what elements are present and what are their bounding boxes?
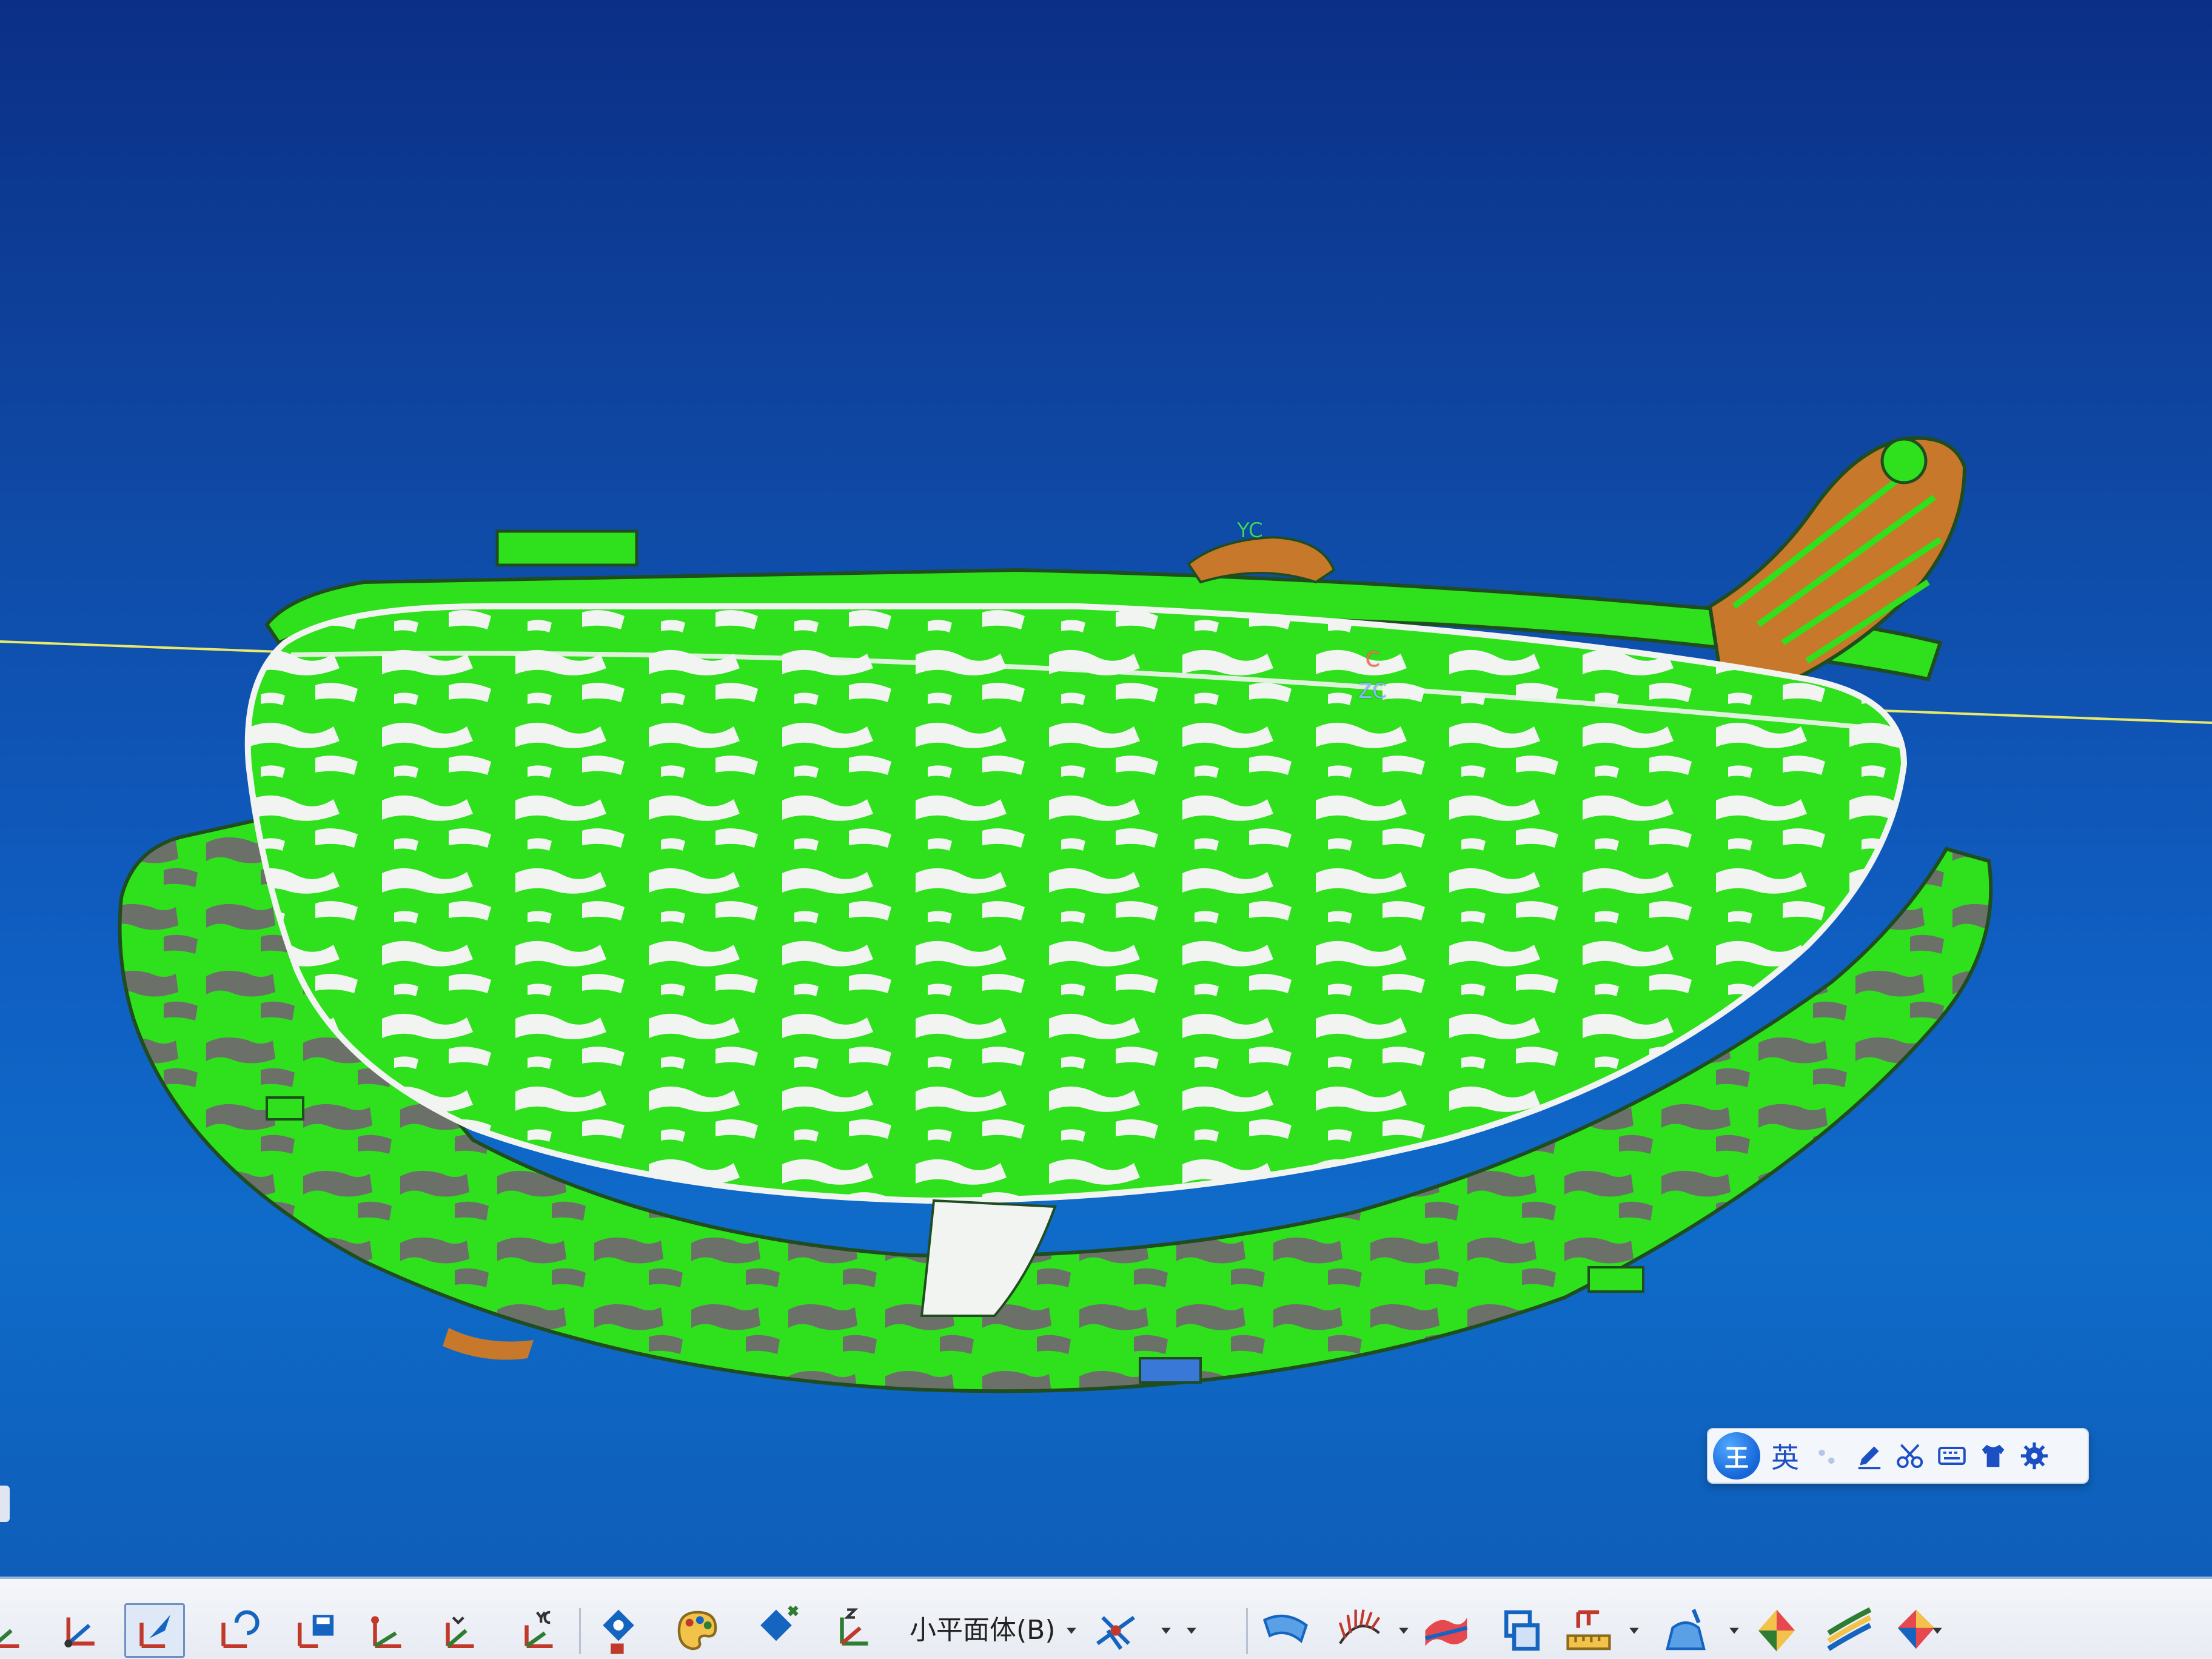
zebra-stripes-icon[interactable] <box>1819 1603 1880 1658</box>
zyx-axes-icon[interactable] <box>825 1603 885 1658</box>
comb-caret-icon[interactable] <box>1395 1603 1413 1658</box>
comb-analysis-icon[interactable] <box>1328 1603 1389 1658</box>
zc-axis-label: ZC <box>1358 679 1387 703</box>
yc-axis-label: YC <box>1237 518 1263 543</box>
top-tab-bracket <box>495 529 638 567</box>
snap-caret-icon[interactable] <box>1157 1603 1175 1658</box>
measure-caret-icon[interactable] <box>1625 1603 1643 1658</box>
show-hide-icon[interactable] <box>746 1603 806 1658</box>
toolbar-separator <box>579 1608 581 1654</box>
snap-point-icon[interactable] <box>1085 1603 1146 1658</box>
yc-csys-icon[interactable] <box>509 1603 570 1658</box>
ime-logo-icon[interactable]: 王 <box>1713 1432 1760 1480</box>
housing-clip <box>266 1096 304 1121</box>
punctuation-icon[interactable] <box>1809 1437 1847 1475</box>
csys-origin-icon[interactable] <box>49 1603 109 1658</box>
face-curvature-icon[interactable] <box>1416 1603 1476 1658</box>
csys-icon[interactable] <box>0 1603 36 1658</box>
bracket-boss <box>1880 437 1928 484</box>
reflection-analysis-icon[interactable] <box>1746 1603 1807 1658</box>
draft-analysis-icon[interactable] <box>1655 1603 1716 1658</box>
color-map-caret-icon[interactable] <box>1928 1603 1946 1658</box>
point-csys-icon[interactable] <box>358 1603 418 1658</box>
toolbar-more-caret-icon[interactable] <box>1182 1603 1201 1658</box>
ime-toolbar[interactable]: 王 英 <box>1707 1428 2089 1484</box>
graphics-viewport[interactable]: YC C ZC 王 英 <box>0 0 2212 1577</box>
curve-surface-icon[interactable] <box>1255 1603 1316 1658</box>
csys-dynamic-icon[interactable] <box>124 1603 185 1658</box>
command-toolbar: 小平面体(B) <box>0 1577 2212 1659</box>
facet-filter-caret-icon[interactable] <box>1062 1603 1081 1658</box>
scissors-icon[interactable] <box>1892 1437 1929 1475</box>
skin-icon[interactable] <box>1974 1437 2012 1475</box>
paint-palette-icon[interactable] <box>667 1603 728 1658</box>
yc-xc-plane-icon[interactable] <box>431 1603 491 1658</box>
toolbar-separator <box>1246 1608 1248 1654</box>
rear-bracket <box>1187 535 1336 584</box>
save-csys-icon[interactable] <box>285 1603 346 1658</box>
ime-language-toggle[interactable]: 英 <box>1771 1436 1799 1476</box>
pen-icon[interactable] <box>1851 1437 1888 1475</box>
lower-orange-lip <box>443 1328 534 1360</box>
view-orient-icon[interactable] <box>588 1603 649 1658</box>
headlamp-3d-model[interactable] <box>109 424 2037 1425</box>
measure-ruler-icon[interactable] <box>1558 1603 1619 1658</box>
x-axis-label: C <box>1366 648 1380 672</box>
gear-icon[interactable] <box>2016 1437 2053 1475</box>
rotate-csys-icon[interactable] <box>206 1603 267 1658</box>
draft-caret-icon[interactable] <box>1725 1603 1743 1658</box>
left-edge-handle[interactable] <box>0 1486 10 1522</box>
deviation-icon[interactable] <box>1492 1603 1552 1658</box>
keyboard-icon[interactable] <box>1933 1437 1971 1475</box>
housing-clip <box>1139 1357 1202 1384</box>
housing-clip <box>1587 1266 1644 1293</box>
facet-filter-select[interactable]: 小平面体(B) <box>910 1603 1056 1658</box>
